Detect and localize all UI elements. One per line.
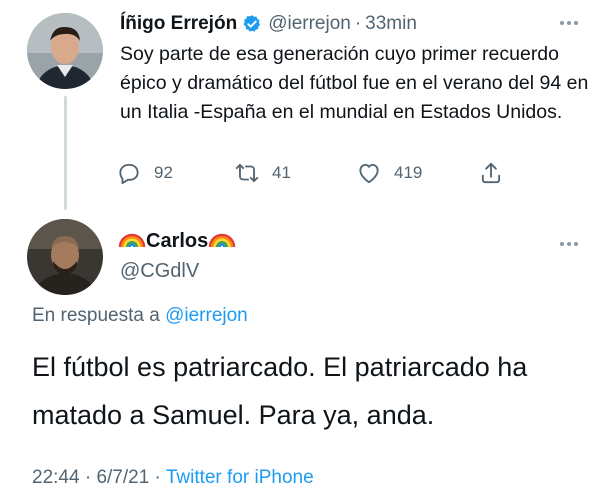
separator-dot: · [149, 467, 166, 488]
tweet-text: Soy parte de esa generación cuyo primer … [120, 43, 589, 123]
retweet-count: 41 [272, 163, 291, 182]
retweet-button[interactable]: 41 [234, 160, 291, 186]
more-options-icon[interactable] [560, 242, 578, 246]
reply-icon [116, 160, 142, 186]
verified-badge-icon [242, 14, 262, 34]
reply-context: En respuesta a @ierrejon [32, 305, 248, 327]
more-options-icon[interactable] [560, 21, 578, 25]
tweet-source-link[interactable]: Twitter for iPhone [166, 467, 314, 488]
reply-button[interactable]: 92 [116, 160, 173, 186]
rainbow-emoji-icon [118, 230, 146, 253]
tweet1-header: Íñigo Errejón @ierrejon · 33min [120, 11, 417, 37]
author-name[interactable]: Íñigo Errejón [120, 13, 237, 35]
thread-connector-line [64, 96, 67, 210]
avatar-cgdlv[interactable] [27, 219, 103, 295]
share-button[interactable] [478, 160, 504, 186]
tweet-actions: 92 41 419 [116, 160, 516, 190]
tweet-timestamp[interactable]: 33min [365, 13, 417, 35]
author-handle[interactable]: @CGdlV [120, 260, 199, 283]
like-button[interactable]: 419 [356, 160, 422, 186]
separator-dot: · [79, 467, 97, 488]
separator-dot: · [354, 13, 362, 34]
tweet-meta: 22:44 · 6/7/21 · Twitter for iPhone [32, 467, 314, 489]
tweet-time[interactable]: 22:44 [32, 467, 80, 488]
reply-to-mention[interactable]: @ierrejon [165, 305, 248, 326]
reply-count: 92 [154, 163, 173, 182]
tweet2-author-name-row[interactable]: Carlos [118, 230, 236, 253]
author-name: Carlos [146, 230, 209, 252]
retweet-icon [234, 160, 260, 186]
share-icon [478, 160, 504, 186]
avatar-ierrejon[interactable] [27, 13, 103, 89]
like-count: 419 [394, 163, 423, 182]
author-handle[interactable]: @ierrejon [268, 13, 351, 35]
reply-prefix: En respuesta a [32, 305, 166, 326]
tweet-date[interactable]: 6/7/21 [96, 467, 149, 488]
rainbow-emoji-icon [208, 230, 236, 253]
heart-icon [356, 160, 382, 186]
tweet-text: El fútbol es patriarcado. El patriarcado… [32, 352, 528, 430]
